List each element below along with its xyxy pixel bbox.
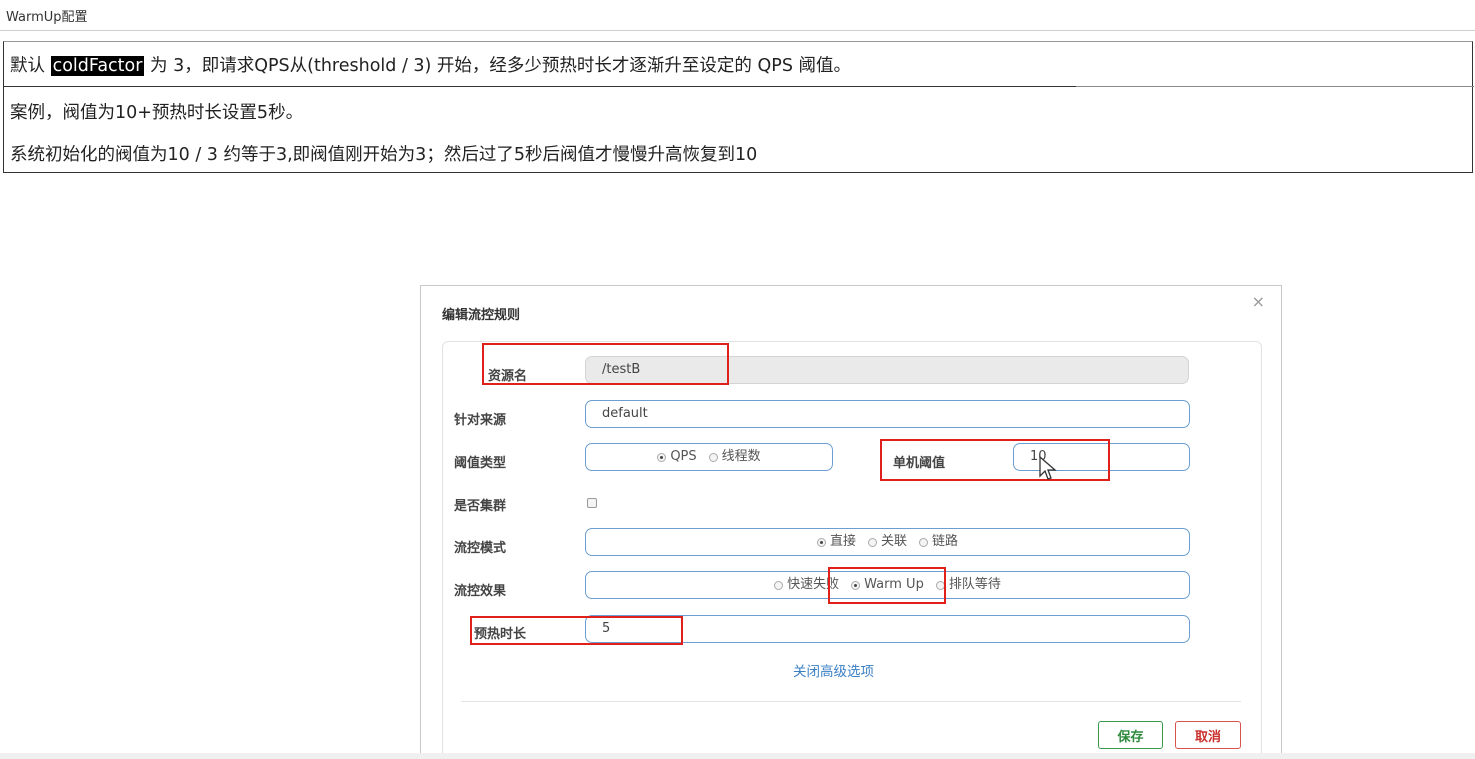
option-label: 快速失败	[787, 577, 840, 592]
threshold-label: 单机阈值	[893, 456, 946, 471]
option-label: 关联	[880, 534, 907, 549]
dialog-title: 编辑流控规则	[442, 308, 521, 323]
origin-label: 针对来源	[454, 413, 507, 428]
threshold-type-group: QPS 线程数	[585, 443, 833, 471]
cancel-button[interactable]: 取消	[1175, 721, 1241, 749]
close-advanced-link[interactable]: 关闭高级选项	[793, 660, 874, 680]
radio-selected-icon[interactable]	[851, 580, 861, 590]
note-line-3: 系统初始化的阀值为10 / 3 约等于3,即阀值刚开始为3；然后过了5秒后阀值才…	[10, 145, 758, 165]
mode-chain[interactable]: 链路	[919, 529, 958, 555]
mode-relate[interactable]: 关联	[867, 529, 907, 555]
option-label: 链路	[932, 534, 959, 549]
note-divider	[4, 86, 1076, 87]
cluster-checkbox[interactable]	[587, 498, 597, 508]
edit-flow-rule-dialog: 编辑流控规则 × 资源名 /testB 针对来源 default 阈值类型 QP…	[420, 285, 1282, 755]
save-button[interactable]: 保存	[1098, 721, 1163, 749]
origin-field[interactable]: default	[585, 400, 1190, 428]
warmup-label: 预热时长	[474, 627, 527, 642]
effect-label: 流控效果	[454, 584, 507, 599]
threshold-type-threads[interactable]: 线程数	[708, 444, 761, 470]
note-line-2: 案例，阀值为10+预热时长设置5秒。	[10, 103, 304, 123]
resource-field[interactable]: /testB	[585, 356, 1189, 384]
bottom-strip	[0, 753, 1475, 759]
mode-direct[interactable]: 直接	[816, 529, 856, 555]
option-label: 线程数	[721, 449, 761, 464]
radio-selected-icon[interactable]	[657, 452, 667, 462]
note-highlight: coldFactor	[50, 56, 145, 76]
note-divider-tail	[1076, 86, 1474, 87]
radio-icon[interactable]	[774, 580, 784, 590]
title-divider	[0, 30, 1475, 31]
effect-fast-fail[interactable]: 快速失败	[774, 572, 839, 598]
mouse-pointer-icon	[1039, 456, 1057, 480]
resource-label: 资源名	[488, 369, 528, 384]
threshold-type-label: 阈值类型	[454, 456, 507, 471]
note-box: 默认 coldFactor 为 3，即请求QPS从(threshold / 3)…	[3, 41, 1474, 173]
note-line-1-suffix: 为 3，即请求QPS从(threshold / 3) 开始，经多少预热时长才逐渐…	[144, 56, 851, 76]
close-icon[interactable]: ×	[1252, 292, 1265, 311]
option-label: 直接	[829, 534, 856, 549]
radio-selected-icon[interactable]	[816, 537, 826, 547]
effect-group: 快速失败 Warm Up 排队等待	[585, 571, 1190, 599]
radio-icon[interactable]	[935, 580, 945, 590]
mode-label: 流控模式	[454, 541, 507, 556]
footer-divider	[461, 701, 1241, 702]
note-line-1-prefix: 默认	[10, 56, 51, 76]
option-label: QPS	[670, 449, 697, 464]
note-line-1: 默认 coldFactor 为 3，即请求QPS从(threshold / 3)…	[10, 52, 851, 77]
option-label: 排队等待	[948, 577, 1001, 592]
warmup-input[interactable]: 5	[585, 615, 1190, 643]
cluster-label: 是否集群	[454, 499, 507, 514]
option-label: Warm Up	[864, 577, 924, 592]
radio-icon[interactable]	[919, 537, 928, 547]
threshold-type-qps[interactable]: QPS	[657, 444, 697, 470]
page-title: WarmUp配置	[6, 10, 88, 25]
effect-warm-up[interactable]: Warm Up	[851, 572, 924, 598]
effect-queue[interactable]: 排队等待	[935, 572, 1001, 598]
mode-group: 直接 关联 链路	[585, 528, 1190, 556]
radio-icon[interactable]	[708, 452, 718, 462]
radio-icon[interactable]	[867, 537, 877, 547]
